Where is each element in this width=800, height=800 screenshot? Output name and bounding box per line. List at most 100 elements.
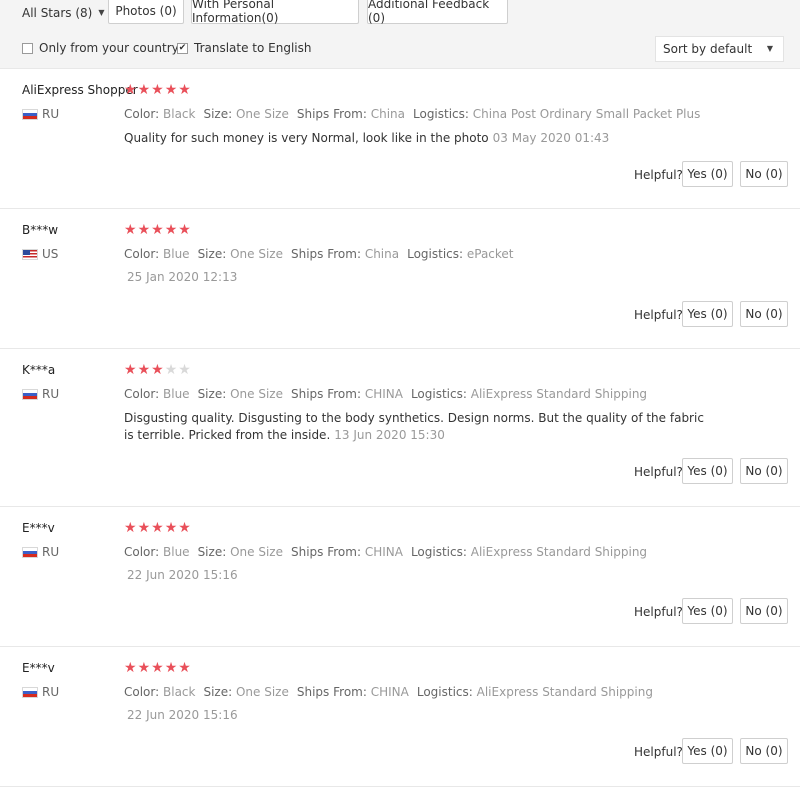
helpful-no-button[interactable]: No (0)	[740, 598, 788, 624]
star-icon: ★	[124, 222, 137, 238]
translate-label: Translate to English	[194, 41, 312, 55]
tab-photos[interactable]: Photos (0)	[108, 0, 184, 24]
logistics-label: Logistics:	[407, 247, 464, 261]
helpful-yes-button[interactable]: Yes (0)	[682, 458, 733, 484]
star-icon: ★	[178, 660, 191, 676]
star-rating: ★ ★ ★ ★ ★	[124, 660, 191, 676]
color-value: Blue	[163, 247, 190, 261]
helpful-yes-button[interactable]: Yes (0)	[682, 598, 733, 624]
sort-label: Sort by default	[663, 42, 753, 56]
star-icon: ★	[137, 362, 151, 378]
country-code: RU	[42, 107, 60, 121]
helpful-label: Helpful?	[634, 308, 683, 322]
tab-personal-information[interactable]: With Personal Information(0)	[191, 0, 359, 25]
color-label: Color:	[124, 387, 160, 401]
size-value: One Size	[235, 685, 289, 699]
tab-additional-feedback[interactable]: Additional Feedback (0)	[367, 0, 508, 25]
ships-from-value: CHINA	[364, 545, 403, 559]
only-country-checkbox[interactable]	[22, 42, 33, 54]
color-label: Color:	[124, 545, 160, 559]
chevron-down-icon: ▼	[766, 44, 773, 53]
all-stars-dropdown[interactable]: All Stars (8) ▼	[22, 6, 105, 20]
review-text: Disgusting quality. Disgusting to the bo…	[124, 410, 704, 444]
reviewer-name: K***a	[22, 363, 56, 377]
chevron-down-icon: ▼	[98, 8, 105, 17]
size-value: One Size	[235, 107, 289, 121]
star-icon: ★	[151, 362, 164, 378]
country-code: RU	[42, 685, 60, 699]
size-value: One Size	[230, 387, 283, 401]
ships-from-label: Ships From:	[290, 387, 361, 401]
star-icon: ★	[137, 82, 151, 98]
russia-flag-icon	[22, 388, 38, 400]
ships-from-label: Ships From:	[290, 545, 361, 559]
helpful-yes-button[interactable]: Yes (0)	[682, 161, 733, 187]
reviewer-country: RU	[22, 107, 59, 121]
star-icon: ★	[178, 222, 191, 238]
ships-from-label: Ships From:	[296, 107, 367, 121]
ships-from-value: China	[370, 107, 405, 121]
usa-flag-icon	[22, 248, 38, 260]
review-item: E***v RU ★ ★ ★ ★ ★ Color: Black Size: One Siz…	[0, 647, 800, 787]
color-value: Black	[163, 685, 196, 699]
logistics-value: ePacket	[466, 247, 514, 261]
star-icon: ★	[151, 520, 164, 536]
review-date: 25 Jan 2020 12:13	[127, 270, 238, 284]
logistics-label: Logistics:	[416, 685, 473, 699]
logistics-label: Logistics:	[410, 545, 467, 559]
helpful-no-button[interactable]: No (0)	[740, 738, 788, 764]
star-icon: ★	[151, 222, 164, 238]
size-value: One Size	[230, 545, 283, 559]
review-item: E***v RU ★ ★ ★ ★ ★ Color: Blue Size: One Size…	[0, 507, 800, 647]
logistics-value: China Post Ordinary Small Packet Plus	[472, 107, 701, 121]
size-label: Size:	[203, 685, 233, 699]
star-rating: ★ ★ ★ ★ ★	[124, 520, 191, 536]
helpful-no-button[interactable]: No (0)	[740, 458, 788, 484]
country-code: RU	[42, 545, 60, 559]
star-rating: ★ ★ ★ ★ ★	[124, 222, 191, 238]
review-date: 22 Jun 2020 15:16	[127, 708, 238, 722]
ships-from-value: CHINA	[364, 387, 403, 401]
only-country-label: Only from your country	[39, 41, 179, 55]
logistics-value: AliExpress Standard Shipping	[470, 545, 648, 559]
review-text: Quality for such money is very Normal, l…	[124, 130, 704, 147]
russia-flag-icon	[22, 108, 38, 120]
helpful-no-button[interactable]: No (0)	[740, 161, 788, 187]
helpful-label: Helpful?	[634, 745, 683, 759]
translate-filter[interactable]: ✔ Translate to English	[177, 41, 312, 55]
review-body: Quality for such money is very Normal, l…	[124, 131, 489, 145]
reviewer-country: US	[22, 247, 58, 261]
reviewer-name: AliExpress Shopper	[22, 83, 138, 97]
ships-from-label: Ships From:	[296, 685, 367, 699]
order-info: Color: Blue Size: One Size Ships From: Chi…	[124, 247, 514, 261]
color-value: Blue	[163, 387, 190, 401]
logistics-value: AliExpress Standard Shipping	[476, 685, 653, 699]
logistics-label: Logistics:	[410, 387, 467, 401]
translate-checkbox[interactable]: ✔	[177, 42, 188, 54]
helpful-yes-button[interactable]: Yes (0)	[682, 301, 733, 327]
country-code: RU	[42, 387, 60, 401]
ships-from-value: China	[364, 247, 400, 261]
reviewer-name: B***w	[22, 223, 59, 237]
order-info: Color: Black Size: One Size Ships From: CH…	[124, 685, 653, 699]
ships-from-value: CHINA	[370, 685, 409, 699]
star-icon: ★	[137, 660, 151, 676]
review-filter-bar: All Stars (8) ▼ Photos (0) With Personal …	[0, 0, 800, 69]
only-country-filter[interactable]: Only from your country	[22, 41, 179, 55]
reviewer-country: RU	[22, 685, 59, 699]
size-value: One Size	[230, 247, 283, 261]
star-icon: ★	[178, 362, 191, 378]
star-icon: ★	[178, 520, 191, 536]
color-label: Color:	[124, 685, 160, 699]
star-icon: ★	[124, 520, 137, 536]
russia-flag-icon	[22, 546, 38, 558]
sort-select[interactable]: Sort by default ▼	[655, 36, 784, 62]
helpful-no-button[interactable]: No (0)	[740, 301, 788, 327]
size-label: Size:	[197, 247, 227, 261]
helpful-yes-button[interactable]: Yes (0)	[682, 738, 733, 764]
review-date: 13 Jun 2020 15:30	[334, 428, 445, 442]
star-icon: ★	[124, 660, 137, 676]
size-label: Size:	[197, 545, 227, 559]
star-icon: ★	[164, 222, 178, 238]
helpful-label: Helpful?	[634, 465, 683, 479]
